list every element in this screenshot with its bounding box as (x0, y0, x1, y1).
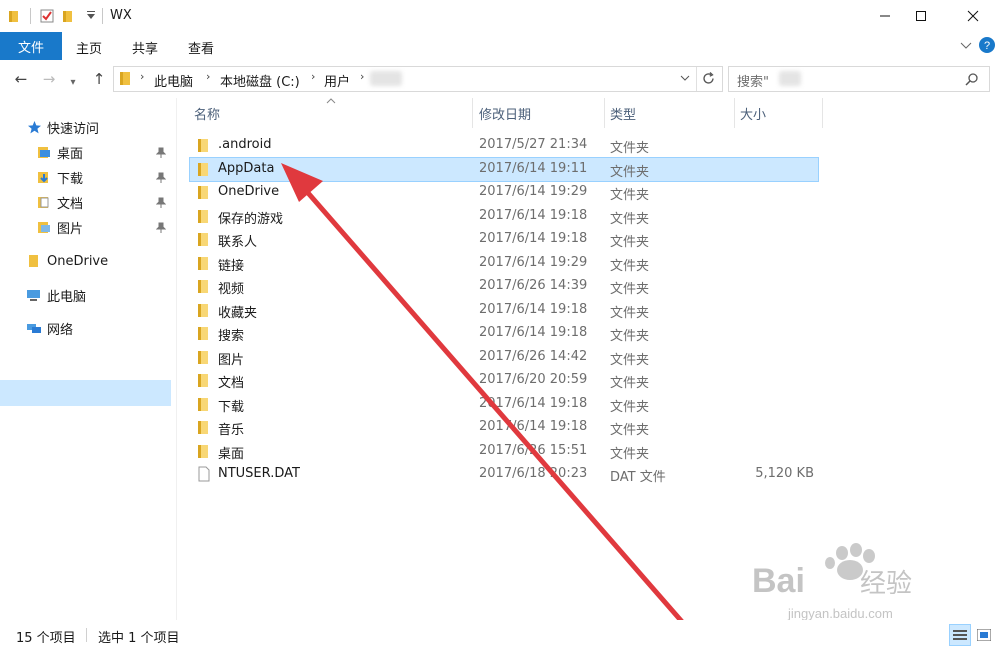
status-bar: 15 个项目 选中 1 个项目 (0, 620, 1000, 649)
watermark-logo: Bai 经验 jingyan.baidu.com (752, 540, 952, 630)
details-view-icon (953, 630, 967, 640)
item-count: 15 个项目 (16, 631, 76, 646)
watermark-brand-suffix: 经验 (860, 569, 912, 599)
large-icons-view-icon (977, 629, 991, 641)
watermark-url: jingyan.baidu.com (787, 606, 893, 621)
watermark-brand: Bai (752, 562, 805, 600)
large-icons-view-button[interactable] (974, 625, 994, 645)
selection-count: 选中 1 个项目 (98, 631, 180, 646)
details-view-button[interactable] (949, 624, 971, 646)
